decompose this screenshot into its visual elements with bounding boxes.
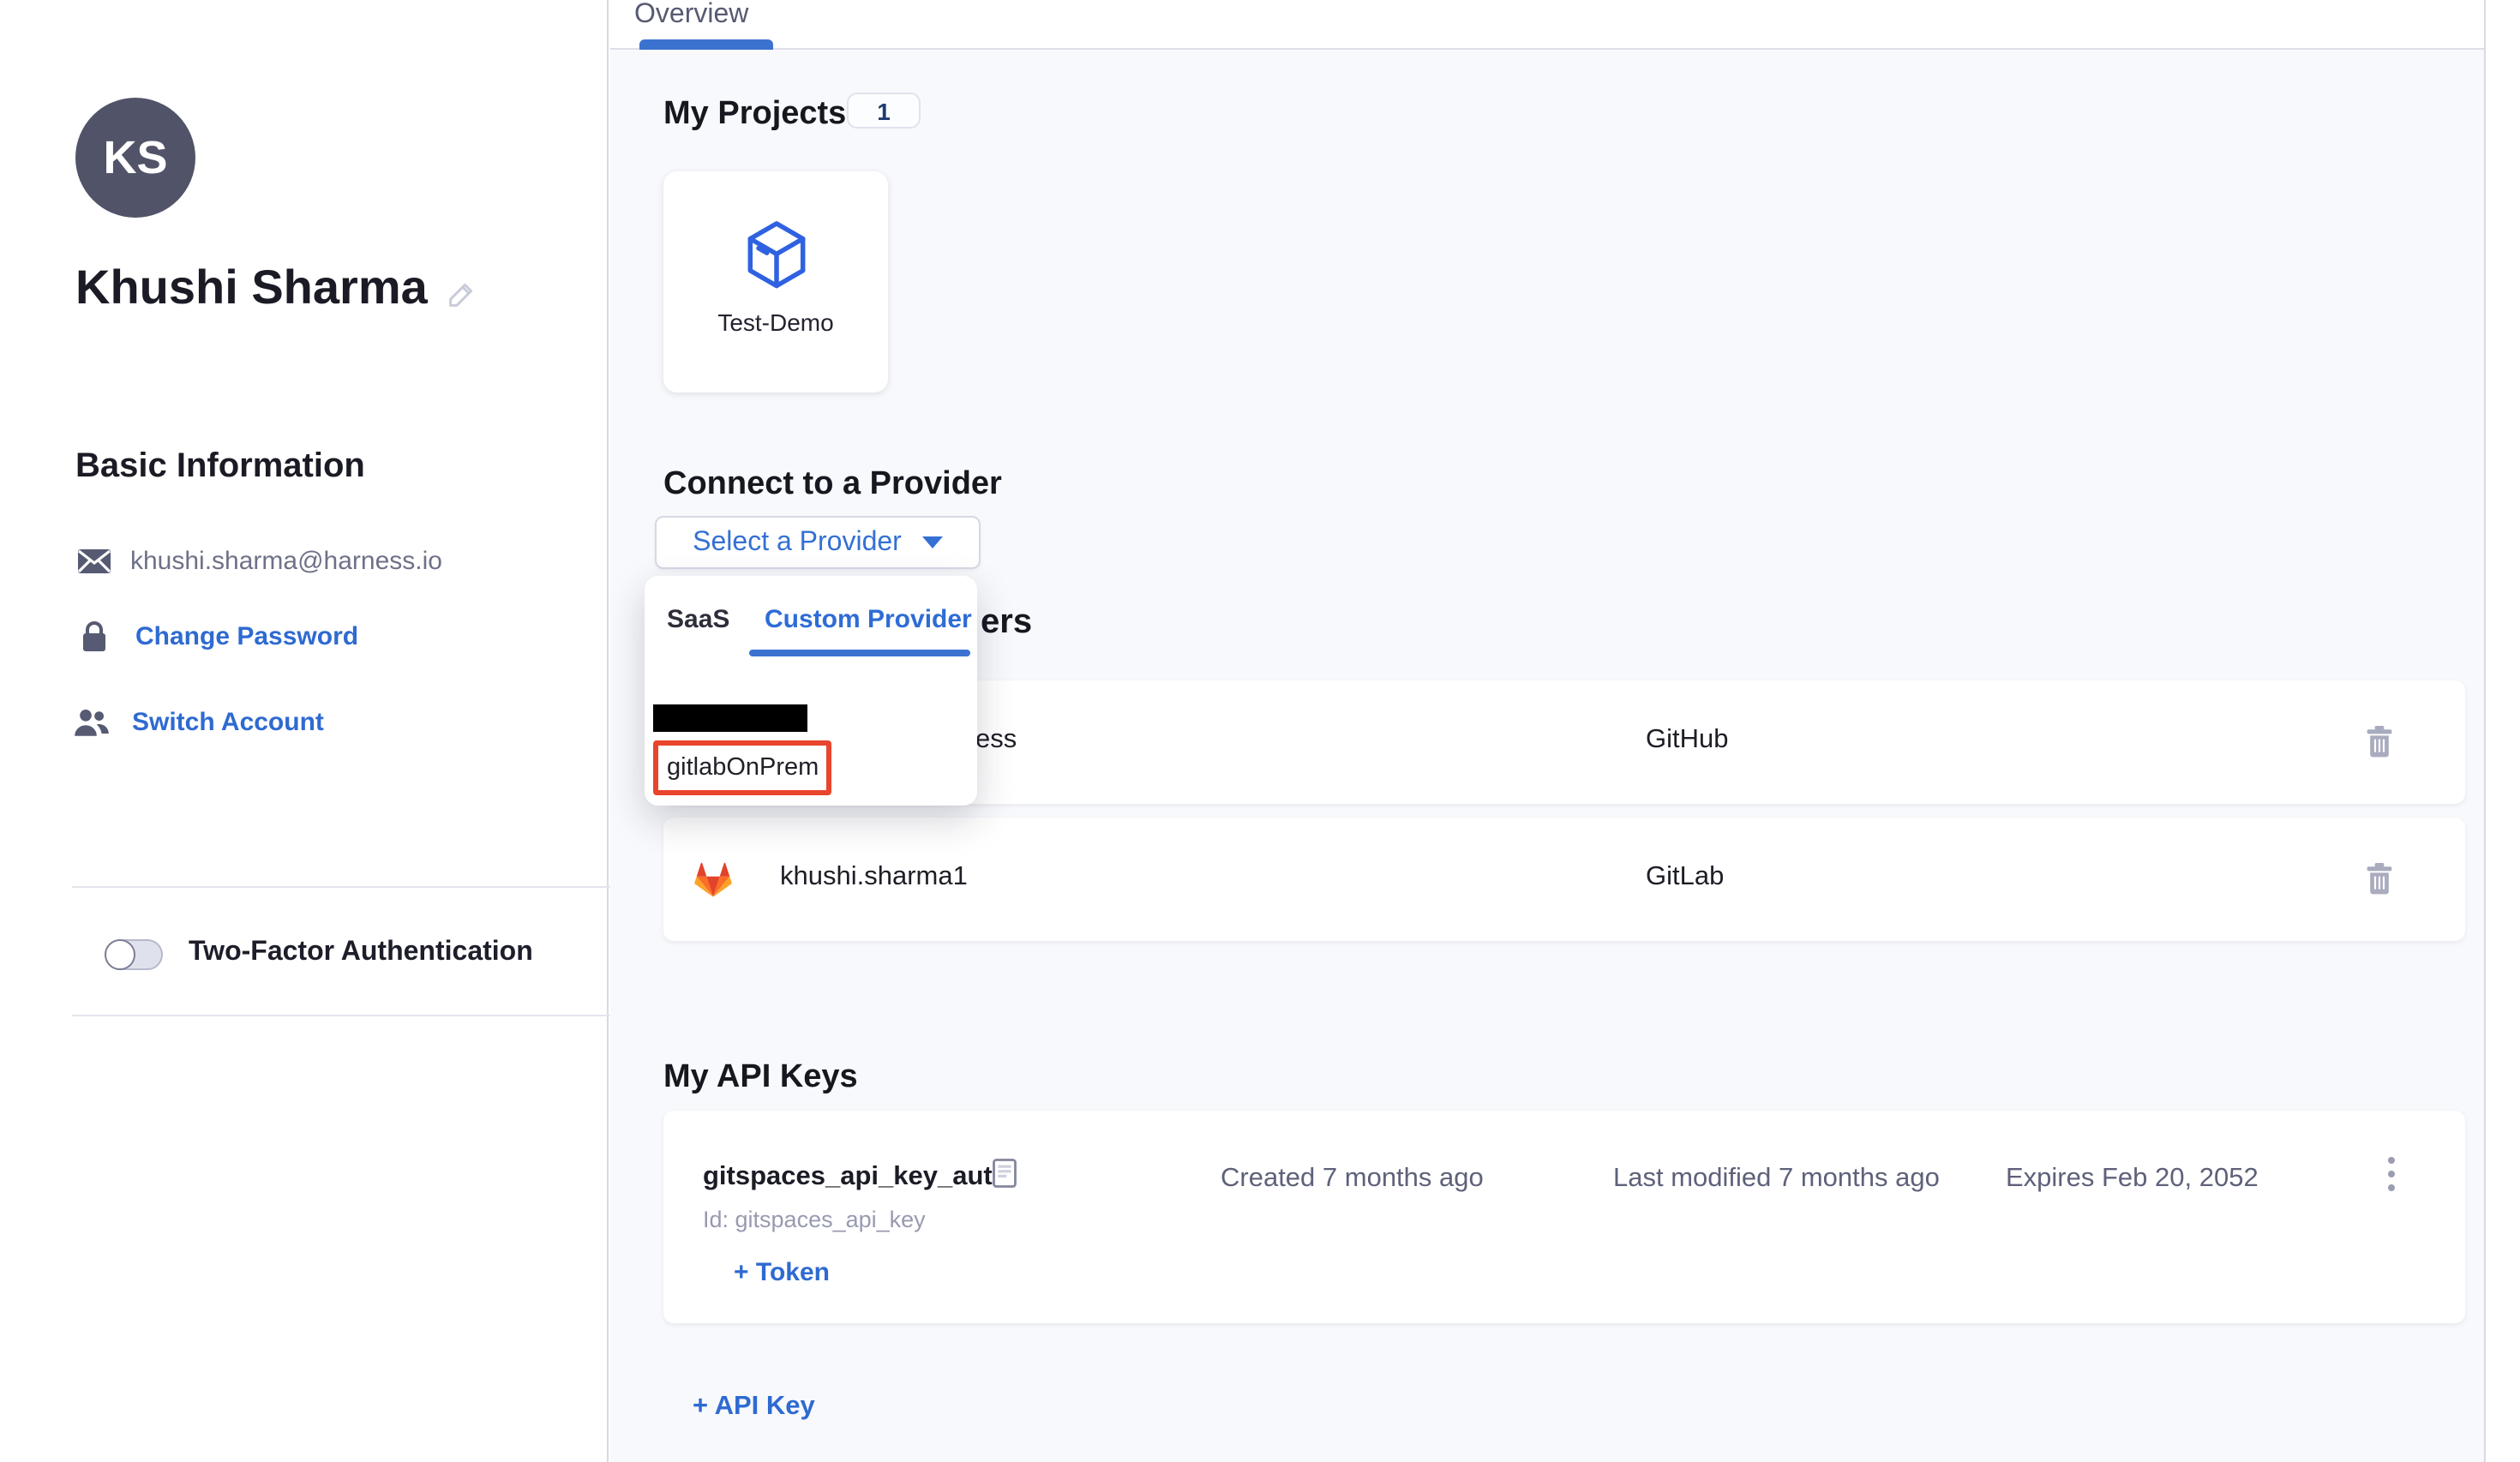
sidebar-divider-bottom: [72, 1015, 610, 1016]
switch-account-label: Switch Account: [132, 708, 324, 737]
project-card[interactable]: Test-Demo: [663, 171, 888, 392]
add-api-key-link[interactable]: + API Key: [693, 1392, 815, 1423]
connect-provider-heading: Connect to a Provider: [663, 466, 1002, 504]
connected-providers-heading: ers: [981, 603, 1032, 643]
api-key-name: gitspaces_api_key_auto: [703, 1162, 1009, 1193]
chevron-down-icon: [922, 536, 943, 548]
delete-github-provider-button[interactable]: [2366, 725, 2393, 766]
project-name: Test-Demo: [663, 309, 888, 336]
select-provider-button[interactable]: Select a Provider: [655, 516, 981, 569]
select-provider-label: Select a Provider: [693, 527, 902, 558]
delete-gitlab-provider-button[interactable]: [2366, 862, 2393, 903]
github-provider-label: GitHub: [1646, 725, 1729, 756]
toggle-knob: [105, 939, 135, 970]
gitlab-account-name: khushi.sharma1: [780, 862, 968, 893]
dropdown-tab-custom-provider[interactable]: Custom Provider: [765, 605, 972, 634]
tab-bar: [610, 0, 2484, 50]
email-value: khushi.sharma@harness.io: [130, 547, 442, 576]
user-name: Khushi Sharma: [75, 261, 428, 315]
tab-overview[interactable]: Overview: [634, 0, 748, 31]
copy-icon[interactable]: [993, 1159, 1017, 1196]
dropdown-tab-underline: [749, 650, 970, 656]
tab-active-underline: [639, 39, 773, 50]
my-projects-heading: My Projects: [663, 96, 846, 134]
projects-count-badge: 1: [847, 93, 921, 129]
two-factor-label: Two-Factor Authentication: [189, 938, 533, 968]
dropdown-tab-saas[interactable]: SaaS: [667, 605, 729, 634]
project-cube-icon: [742, 219, 811, 300]
scrollbar-gutter[interactable]: [2484, 0, 2520, 1462]
switch-account-icon: [72, 708, 110, 737]
profile-sidebar: KS Khushi Sharma Basic Information khush…: [0, 0, 609, 1462]
edit-name-icon[interactable]: [446, 279, 477, 319]
switch-account-link[interactable]: Switch Account: [72, 708, 324, 737]
api-key-last-modified: Last modified 7 months ago: [1613, 1164, 1940, 1195]
provider-dropdown: SaaS Custom Provider gitlabOnPrem: [645, 576, 977, 806]
lock-icon: [75, 620, 113, 653]
api-key-card: gitspaces_api_key_auto Id: gitspaces_api…: [663, 1111, 2465, 1323]
add-token-link[interactable]: + Token: [734, 1258, 830, 1287]
api-key-menu-button[interactable]: [2388, 1157, 2395, 1191]
email-row: khushi.sharma@harness.io: [75, 547, 442, 576]
change-password-link[interactable]: Change Password: [75, 620, 358, 653]
dropdown-item-gitlabonprem[interactable]: gitlabOnPrem: [653, 740, 831, 795]
my-api-keys-heading: My API Keys: [663, 1059, 858, 1097]
gitlab-provider-label: GitLab: [1646, 862, 1724, 893]
github-account-name: ess: [975, 725, 1017, 756]
app-window: KS Khushi Sharma Basic Information khush…: [0, 0, 2520, 1462]
sidebar-divider-top: [72, 886, 610, 888]
avatar: KS: [75, 98, 195, 218]
api-key-id: Id: gitspaces_api_key: [703, 1207, 926, 1232]
api-key-expires: Expires Feb 20, 2052: [2006, 1164, 2259, 1195]
change-password-label: Change Password: [135, 622, 358, 651]
gitlab-icon: [691, 857, 735, 910]
api-key-created: Created 7 months ago: [1221, 1164, 1484, 1195]
provider-row-gitlab: khushi.sharma1 GitLab: [663, 818, 2465, 941]
two-factor-toggle[interactable]: [105, 939, 163, 970]
dropdown-item-redacted[interactable]: [653, 704, 807, 732]
basic-information-heading: Basic Information: [75, 447, 365, 487]
mail-icon: [75, 548, 113, 574]
